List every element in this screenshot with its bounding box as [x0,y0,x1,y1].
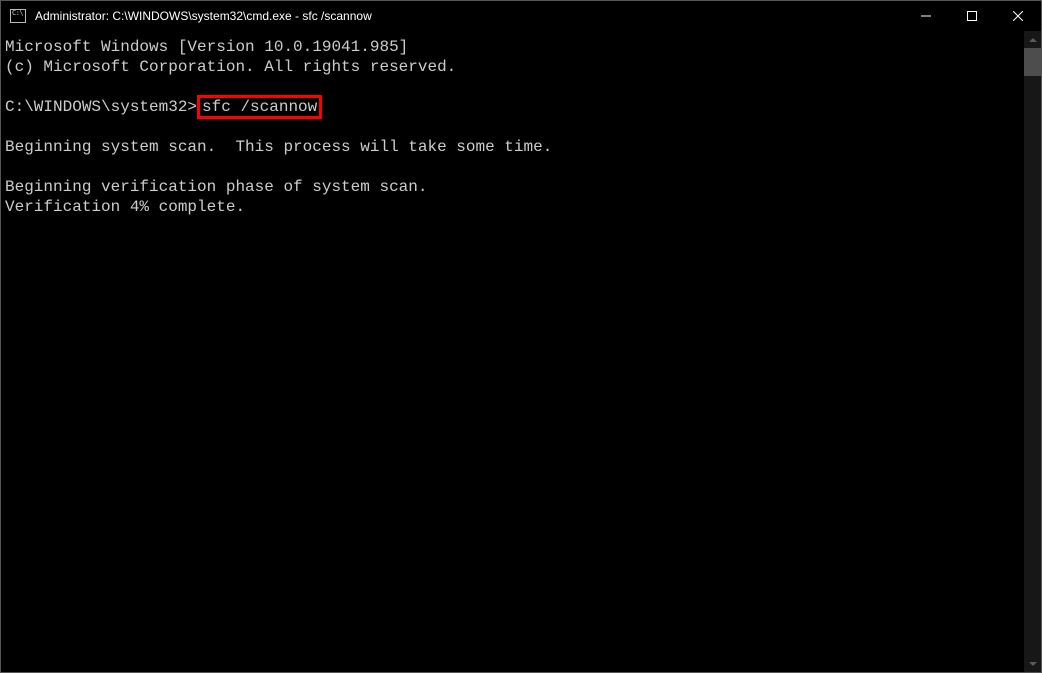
scrollbar-thumb[interactable] [1024,48,1041,76]
output-line: Beginning system scan. This process will… [5,138,552,156]
output-line: Verification 4% complete. [5,198,245,216]
close-button[interactable] [995,1,1041,31]
minimize-icon [921,11,931,21]
cmd-icon [10,9,26,23]
window-title: Administrator: C:\WINDOWS\system32\cmd.e… [35,9,380,23]
highlighted-command: sfc /scannow [197,95,322,119]
system-menu-icon[interactable] [1,9,35,23]
close-icon [1013,11,1023,21]
console-area[interactable]: Microsoft Windows [Version 10.0.19041.98… [1,31,1024,672]
chevron-down-icon [1029,662,1037,666]
scrollbar-track[interactable] [1024,48,1041,655]
title-bar[interactable]: Administrator: C:\WINDOWS\system32\cmd.e… [1,1,1041,31]
output-line: (c) Microsoft Corporation. All rights re… [5,58,456,76]
maximize-icon [967,11,977,21]
prompt-text: C:\WINDOWS\system32> [5,98,197,116]
output-line: Beginning verification phase of system s… [5,178,427,196]
scroll-up-button[interactable] [1024,31,1041,48]
vertical-scrollbar[interactable] [1024,31,1041,672]
cmd-window: Administrator: C:\WINDOWS\system32\cmd.e… [0,0,1042,673]
scroll-down-button[interactable] [1024,655,1041,672]
output-line: Microsoft Windows [Version 10.0.19041.98… [5,38,408,56]
chevron-up-icon [1029,38,1037,42]
maximize-button[interactable] [949,1,995,31]
minimize-button[interactable] [903,1,949,31]
console-output: Microsoft Windows [Version 10.0.19041.98… [1,31,1024,217]
